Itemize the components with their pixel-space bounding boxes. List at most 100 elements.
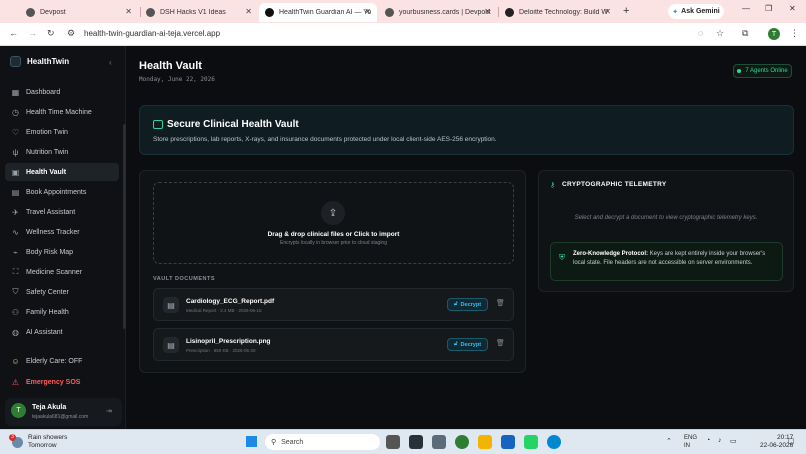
- calendar-icon: ▤: [11, 187, 20, 197]
- edge-icon[interactable]: [547, 435, 561, 449]
- eye-off-icon[interactable]: ◌: [698, 28, 703, 38]
- close-tab-icon[interactable]: ✕: [484, 7, 491, 16]
- tray-chevron-icon[interactable]: ⌃: [666, 437, 672, 445]
- close-tab-icon[interactable]: ✕: [364, 7, 371, 16]
- sidebar-item-dashboard[interactable]: ▦ Dashboard: [5, 83, 119, 101]
- sidebar: HealthTwin ‹ ▦ Dashboard ◷ Health Time Mach…: [0, 46, 126, 429]
- sidebar-item-body-risk-map[interactable]: ⌁ Body Risk Map: [5, 243, 119, 261]
- document-row[interactable]: ▤ Cardiology_ECG_Report.pdf Medical Repo…: [153, 288, 514, 321]
- taskbar-search[interactable]: ⚲ Search: [265, 434, 380, 450]
- site-info-icon[interactable]: ⚙: [67, 28, 75, 39]
- language-indicator[interactable]: ENG IN: [684, 434, 697, 450]
- settings-icon[interactable]: [432, 435, 446, 449]
- chrome-icon[interactable]: [455, 435, 469, 449]
- sidebar-scrollbar[interactable]: [123, 124, 126, 329]
- store-icon[interactable]: [501, 435, 515, 449]
- brand-name: HealthTwin: [27, 57, 70, 66]
- shield-check-icon: ⛨: [559, 253, 565, 262]
- bookmark-star-icon[interactable]: ☆: [716, 28, 724, 39]
- file-explorer-icon[interactable]: [478, 435, 492, 449]
- sidebar-item-health-time-machine[interactable]: ◷ Health Time Machine: [5, 103, 119, 121]
- os-taskbar: 3 Rain showers Tomorrow ⚲ Search ⌃ ENG I…: [0, 429, 806, 454]
- menu-dots-icon[interactable]: ⋮: [790, 28, 799, 39]
- windows-start-icon[interactable]: [246, 436, 257, 447]
- terminal-icon[interactable]: [409, 435, 423, 449]
- logout-icon[interactable]: ⇥: [106, 407, 112, 415]
- extensions-icon[interactable]: ⧉: [742, 28, 748, 39]
- sidebar-item-book-appointments[interactable]: ▤ Book Appointments: [5, 183, 119, 201]
- whatsapp-icon[interactable]: [524, 435, 538, 449]
- sidebar-item-label: AI Assistant: [26, 328, 63, 336]
- weather-condition: Rain showers: [28, 434, 68, 441]
- battery-icon[interactable]: ▭: [730, 437, 737, 445]
- ask-gemini-button[interactable]: ✦ Ask Gemini: [668, 4, 724, 19]
- profile-avatar[interactable]: T: [768, 28, 780, 40]
- browser-toolbar: ← → ↻ ⚙ health-twin-guardian-ai-teja.ver…: [0, 23, 806, 46]
- browser-tab[interactable]: Deloitte Technology: Build W ✕: [499, 3, 617, 22]
- forward-arrow-icon[interactable]: →: [28, 28, 37, 38]
- decrypt-button[interactable]: 🔓︎ Decrypt: [447, 298, 488, 311]
- rain-cloud-icon: 3: [9, 433, 23, 448]
- back-arrow-icon[interactable]: ←: [9, 28, 18, 38]
- file-icon: ▤: [163, 297, 179, 313]
- close-window-icon[interactable]: ✕: [789, 4, 796, 13]
- file-dropzone[interactable]: ⇪ Drag & drop clinical files or Click to…: [153, 182, 514, 264]
- browser-tab-active[interactable]: HealthTwin Guardian AI — Yo ✕: [259, 3, 377, 22]
- emergency-sos-label: Emergency SOS: [26, 378, 81, 386]
- telemetry-title: CRYPTOGRAPHIC TELEMETRY: [562, 181, 667, 188]
- browser-tab[interactable]: yourbusiness.cards | Devpost ✕: [379, 3, 497, 22]
- utensils-icon: ψ: [12, 147, 19, 157]
- browser-tab[interactable]: Devpost ✕: [20, 3, 138, 22]
- shield-icon: ⛉: [12, 287, 19, 296]
- elderly-care-toggle[interactable]: ☺ Elderly Care: OFF: [5, 352, 119, 370]
- address-bar[interactable]: health-twin-guardian-ai-teja.vercel.app: [84, 29, 220, 38]
- sidebar-item-medicine-scanner[interactable]: ⛶ Medicine Scanner: [5, 263, 119, 281]
- dropzone-subtitle: Encrypts locally in browser prior to clo…: [280, 240, 387, 246]
- notifications-icon[interactable]: ▢: [788, 437, 795, 445]
- sidebar-item-label: Travel Assistant: [26, 208, 76, 216]
- hero-description: Store prescriptions, lab reports, X-rays…: [153, 136, 497, 143]
- close-tab-icon[interactable]: ✕: [245, 7, 252, 16]
- sidebar-item-nutrition-twin[interactable]: ψ Nutrition Twin: [5, 143, 119, 161]
- minimize-icon[interactable]: —: [742, 4, 750, 13]
- collapse-sidebar-icon[interactable]: ‹: [109, 58, 112, 67]
- volume-icon[interactable]: ♪: [718, 437, 722, 444]
- trash-icon[interactable]: 🗑︎: [496, 299, 505, 307]
- new-tab-icon[interactable]: +: [623, 5, 629, 17]
- user-email: tejaakula681@gmail.com: [32, 414, 89, 420]
- document-meta: Prescription · 850 KB · 2026-05-20: [186, 348, 256, 353]
- trash-icon[interactable]: 🗑︎: [496, 339, 505, 347]
- emergency-sos-button[interactable]: ⚠ Emergency SOS: [5, 373, 119, 391]
- sidebar-item-label: Book Appointments: [26, 188, 87, 196]
- task-view-icon[interactable]: [386, 435, 400, 449]
- hero-title: Secure Clinical Health Vault: [167, 119, 299, 130]
- tab-title: HealthTwin Guardian AI — Yo: [279, 9, 371, 16]
- plane-icon: ✈: [12, 207, 19, 217]
- wifi-icon[interactable]: ◔: [706, 437, 710, 444]
- smile-icon: ☺: [11, 356, 20, 366]
- dashboard-icon: ▦: [11, 87, 20, 97]
- document-row[interactable]: ▤ Lisinopril_Prescription.png Prescripti…: [153, 328, 514, 361]
- brand[interactable]: HealthTwin: [10, 56, 69, 67]
- user-card[interactable]: T Teja Akula tejaakula681@gmail.com ⇥: [5, 398, 122, 426]
- sidebar-item-wellness-tracker[interactable]: ∿ Wellness Tracker: [5, 223, 119, 241]
- sidebar-item-travel-assistant[interactable]: ✈ Travel Assistant: [5, 203, 119, 221]
- sidebar-item-family-health[interactable]: ⚇ Family Health: [5, 303, 119, 321]
- language-code: ENG: [684, 435, 698, 441]
- reload-icon[interactable]: ↻: [47, 28, 55, 39]
- activity-icon: ∿: [12, 227, 19, 237]
- decrypt-button[interactable]: 🔓︎ Decrypt: [447, 338, 488, 351]
- sidebar-item-emotion-twin[interactable]: ♡ Emotion Twin: [5, 123, 119, 141]
- zero-knowledge-notice: ⛨ Zero-Knowledge Protocol: Keys are kept…: [550, 242, 783, 281]
- sidebar-item-health-vault[interactable]: ▣ Health Vault: [5, 163, 119, 181]
- close-tab-icon[interactable]: ✕: [604, 7, 611, 16]
- vault-upload-card: ⇪ Drag & drop clinical files or Click to…: [139, 170, 526, 373]
- weather-widget[interactable]: 3 Rain showers Tomorrow: [9, 433, 68, 450]
- browser-tab[interactable]: DSH Hacks V1 Ideas ✕: [140, 3, 258, 22]
- globe-favicon-icon: [146, 8, 155, 17]
- document-meta: Medical Report · 2.4 MB · 2026-06-15: [186, 308, 262, 313]
- sidebar-item-safety-center[interactable]: ⛉ Safety Center: [5, 283, 119, 301]
- sidebar-item-ai-assistant[interactable]: ◍ AI Assistant: [5, 323, 119, 341]
- restore-icon[interactable]: ❐: [765, 4, 772, 13]
- close-tab-icon[interactable]: ✕: [125, 7, 132, 16]
